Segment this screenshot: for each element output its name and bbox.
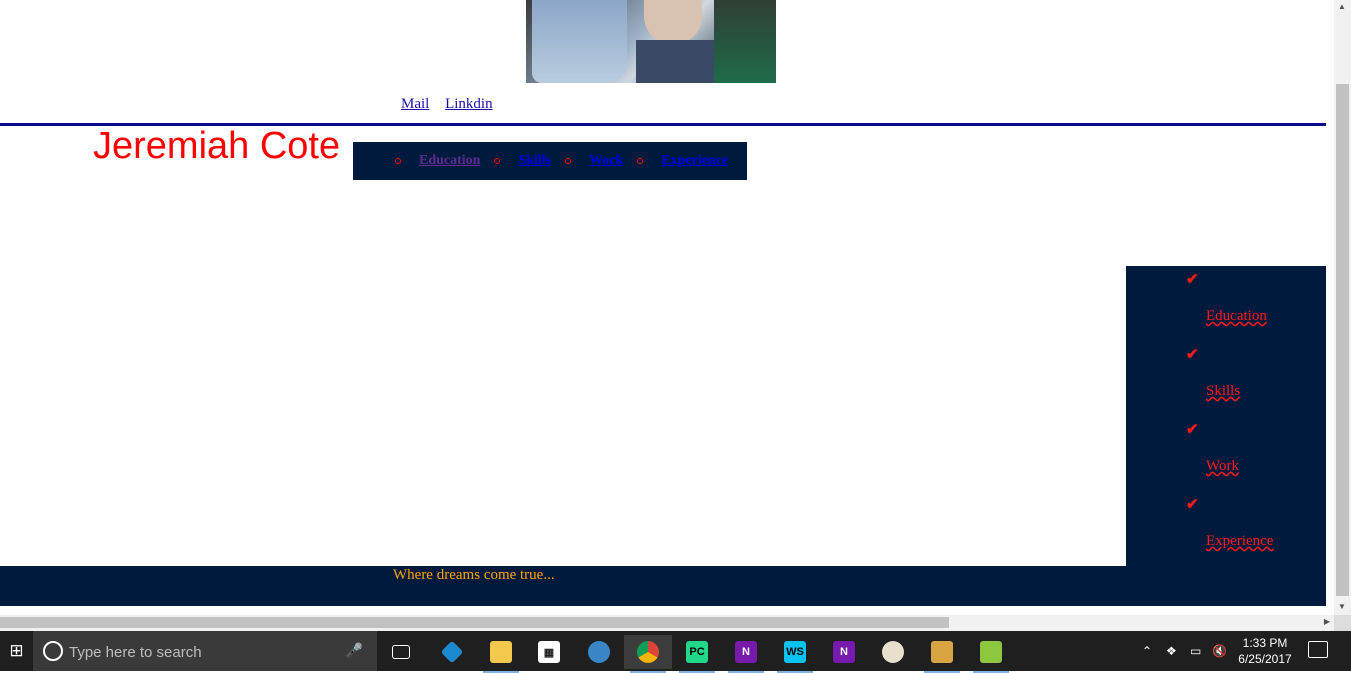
checkmark-icon: ✔ <box>1186 422 1199 438</box>
top-nav-link-education[interactable]: Education <box>419 153 480 169</box>
store-icon[interactable]: ▦ <box>525 635 573 669</box>
onenote-icon[interactable]: N <box>722 635 770 673</box>
browser-viewport: Mail Linkdin Jeremiah Cote Education Ski… <box>0 0 1334 615</box>
cortana-icon[interactable] <box>43 641 63 661</box>
top-nav-link-skills[interactable]: Skills <box>518 153 551 169</box>
footer-tagline: Where dreams come true... <box>393 567 555 583</box>
taskbar-search-input[interactable] <box>67 641 351 663</box>
action-center-icon[interactable] <box>1308 641 1328 658</box>
scroll-up-arrow-icon[interactable]: ▲ <box>1338 2 1346 11</box>
circle-bullet-icon <box>395 158 401 164</box>
page-footer: Where dreams come true... <box>0 566 1326 606</box>
top-nav-link-experience[interactable]: Experience <box>661 153 728 169</box>
dropbox-icon[interactable]: ❖ <box>1166 631 1177 671</box>
clock-time: 1:33 PM <box>1242 636 1288 650</box>
profile-photo <box>526 0 776 83</box>
show-hidden-icons-icon[interactable]: ⌃ <box>1142 631 1152 671</box>
file-manager-icon[interactable] <box>918 635 966 673</box>
scroll-down-arrow-icon[interactable]: ▼ <box>1338 602 1346 611</box>
circle-bullet-icon <box>565 158 572 164</box>
top-nav-link-work[interactable]: Work <box>589 153 623 169</box>
social-links: Mail Linkdin <box>401 96 505 113</box>
page-title: Jeremiah Cote <box>93 125 341 167</box>
paint-icon[interactable] <box>869 635 917 669</box>
side-nav-link-experience[interactable]: Experience <box>1206 533 1273 550</box>
linkedin-link[interactable]: Linkdin <box>445 96 493 112</box>
checkmark-icon: ✔ <box>1186 497 1199 513</box>
kodi-icon[interactable] <box>428 635 476 669</box>
battery-icon[interactable]: ▭ <box>1190 631 1201 671</box>
file-explorer-icon[interactable] <box>477 635 525 673</box>
onenote-2016-icon[interactable]: N <box>820 635 868 669</box>
scrollbar-corner <box>1334 615 1351 631</box>
side-nav-link-education[interactable]: Education <box>1206 308 1267 325</box>
pycharm-icon[interactable]: PC <box>673 635 721 673</box>
notepad-plus-icon[interactable] <box>967 635 1015 673</box>
mail-link[interactable]: Mail <box>401 96 429 112</box>
top-nav: Education Skills Work Experience <box>353 142 747 180</box>
side-nav-link-skills[interactable]: Skills <box>1206 383 1240 400</box>
horizontal-scroll-thumb[interactable] <box>0 617 949 628</box>
taskbar-clock[interactable]: 1:33 PM 6/25/2017 <box>1232 635 1298 667</box>
side-nav: ✔ Education ✔ Skills ✔ Work ✔ Experience <box>1126 266 1326 566</box>
circle-bullet-icon <box>637 158 644 164</box>
vertical-scrollbar[interactable]: ▲ ▼ <box>1334 0 1351 615</box>
windows-start-icon[interactable]: ⊞ <box>0 631 33 671</box>
checkmark-icon: ✔ <box>1186 272 1199 288</box>
vertical-scroll-thumb[interactable] <box>1336 84 1349 596</box>
windows-taskbar: ⊞ 🎤 ▦ PC N WS N ⌃ ❖ ▭ 🔇 1:33 PM 6/25/201… <box>0 631 1351 673</box>
circle-bullet-icon <box>494 158 501 164</box>
scroll-right-arrow-icon[interactable]: ▶ <box>1324 617 1330 626</box>
top-nav-item-skills: Skills <box>494 153 551 169</box>
task-view-icon[interactable] <box>377 635 425 669</box>
thunderbird-icon[interactable] <box>575 635 623 669</box>
top-nav-item-education: Education <box>395 153 480 169</box>
checkmark-icon: ✔ <box>1186 347 1199 363</box>
microphone-icon[interactable]: 🎤 <box>346 642 363 659</box>
top-nav-item-experience: Experience <box>637 153 728 169</box>
taskbar-search-box[interactable]: 🎤 <box>33 631 377 671</box>
side-nav-link-work[interactable]: Work <box>1206 458 1239 475</box>
top-nav-item-work: Work <box>565 153 623 169</box>
webstorm-icon[interactable]: WS <box>771 635 819 673</box>
horizontal-scrollbar[interactable]: ▶ <box>0 615 1334 631</box>
clock-date: 6/25/2017 <box>1238 652 1292 666</box>
chrome-icon[interactable] <box>624 635 672 673</box>
volume-muted-icon[interactable]: 🔇 <box>1212 631 1227 671</box>
